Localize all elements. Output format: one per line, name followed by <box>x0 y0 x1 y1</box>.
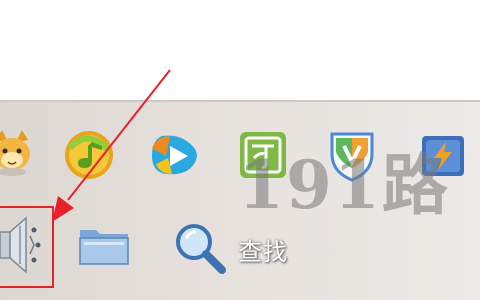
watermark-text: 191路 <box>238 146 450 224</box>
search-icon[interactable] <box>172 220 228 276</box>
video-player-icon[interactable] <box>148 130 204 180</box>
search-label: 查找 <box>238 238 288 266</box>
folder-icon[interactable] <box>78 222 130 268</box>
qq-pet-icon[interactable] <box>0 128 32 176</box>
kugou-music-icon[interactable] <box>62 128 116 182</box>
annotation-highlight-box <box>0 206 54 288</box>
desktop-background <box>0 0 480 105</box>
